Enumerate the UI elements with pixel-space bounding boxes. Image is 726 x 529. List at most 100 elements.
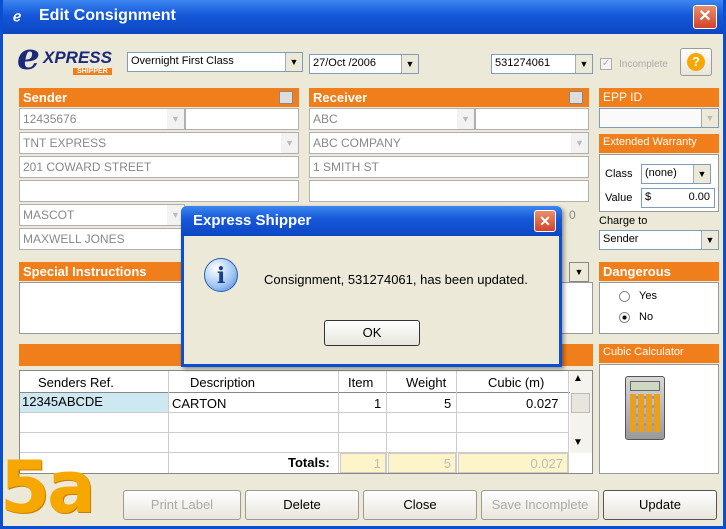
chevron-down-icon[interactable]: ▼ xyxy=(693,165,710,183)
scroll-thumb[interactable] xyxy=(571,393,590,413)
chevron-down-icon[interactable]: ▼ xyxy=(457,109,474,129)
incomplete-checkbox[interactable]: ✓ xyxy=(600,58,612,70)
dangerous-no-radio[interactable] xyxy=(619,312,630,323)
help-icon: ? xyxy=(687,53,705,71)
sender-company-field[interactable]: TNT EXPRESS ▼ xyxy=(19,132,299,154)
delete-button[interactable]: Delete xyxy=(245,490,359,520)
express-shipper-logo: e XPRESS SHIPPER xyxy=(17,36,121,78)
dialog-title: Express Shipper xyxy=(193,212,312,229)
epp-id-header: EPP ID xyxy=(599,88,719,107)
step-label: 5a xyxy=(0,445,96,529)
scroll-up-icon[interactable]: ▲ xyxy=(573,373,583,384)
save-incomplete-button[interactable]: Save Incomplete xyxy=(481,490,599,520)
sender-account-extra[interactable] xyxy=(185,108,299,130)
receiver-account-value: ABC xyxy=(313,112,338,126)
chevron-down-icon[interactable]: ▼ xyxy=(571,133,588,153)
window-titlebar[interactable]: ℯ Edit Consignment ✕ xyxy=(3,0,723,34)
service-value: Overnight First Class xyxy=(131,55,234,67)
table-scrollbar[interactable]: ▲ ▼ xyxy=(570,371,592,453)
receiver-address2-field[interactable] xyxy=(309,180,589,202)
dangerous-yes-label: Yes xyxy=(639,290,657,302)
cell-item[interactable]: 1 xyxy=(374,396,381,411)
sender-header-label: Sender xyxy=(23,90,68,105)
cell-cubic[interactable]: 0.027 xyxy=(526,396,559,411)
sender-account-field[interactable]: 12435676 ▼ xyxy=(19,108,185,130)
column-header-description[interactable]: Description xyxy=(190,375,255,390)
chevron-down-icon[interactable]: ▼ xyxy=(701,231,718,249)
sender-header: Sender xyxy=(19,88,299,107)
totals-label: Totals: xyxy=(288,455,330,470)
sender-suburb-field[interactable]: MASCOT ▼ xyxy=(19,204,185,226)
receiver-address1-field[interactable]: 1 SMITH ST xyxy=(309,156,589,178)
consignment-number-select[interactable]: 531274061 ▼ xyxy=(491,54,593,74)
sender-contact-field[interactable]: MAXWELL JONES xyxy=(19,228,185,250)
sender-address1-field[interactable]: 201 COWARD STREET xyxy=(19,156,299,178)
service-select[interactable]: Overnight First Class ▼ xyxy=(127,52,303,72)
chevron-down-icon[interactable]: ▼ xyxy=(167,109,184,129)
cubic-calculator-header: Cubic Calculator xyxy=(599,344,719,363)
receiver-postcode-fragment: 0 xyxy=(569,208,576,222)
epp-id-select[interactable]: ▼ xyxy=(599,108,719,128)
logo-e-icon: e xyxy=(17,36,40,78)
chevron-down-icon[interactable]: ▼ xyxy=(701,109,718,127)
totals-cubic: 0.027 xyxy=(458,453,568,473)
cell-weight[interactable]: 5 xyxy=(444,396,451,411)
address-book-icon[interactable] xyxy=(569,91,583,104)
dialog-ok-button[interactable]: OK xyxy=(324,320,420,346)
cell-description[interactable]: CARTON xyxy=(172,396,226,411)
charge-to-label: Charge to xyxy=(599,215,648,227)
chevron-down-icon[interactable]: ▼ xyxy=(575,55,592,73)
print-label-button[interactable]: Print Label xyxy=(123,490,241,520)
sender-company-value: TNT EXPRESS xyxy=(23,136,107,150)
receiver-account-extra[interactable] xyxy=(475,108,589,130)
epp-id-label: EPP ID xyxy=(603,90,643,104)
sender-account-value: 12435676 xyxy=(23,112,77,126)
sender-address1-value: 201 COWARD STREET xyxy=(23,160,152,174)
logo-text: XPRESS xyxy=(43,48,112,67)
charge-to-select[interactable]: Sender ▼ xyxy=(599,230,719,250)
items-table[interactable]: Senders Ref. Description Item Weight Cub… xyxy=(19,370,593,474)
help-button[interactable]: ? xyxy=(680,48,712,76)
express-shipper-dialog: Express Shipper ✕ i Consignment, 5312740… xyxy=(181,206,562,367)
column-header-item[interactable]: Item xyxy=(348,375,373,390)
logo-subtext: SHIPPER xyxy=(73,68,112,75)
column-header-weight[interactable]: Weight xyxy=(406,375,446,390)
dialog-titlebar[interactable]: Express Shipper ✕ xyxy=(181,206,562,236)
warranty-value-input[interactable]: $ 0.00 xyxy=(641,188,715,208)
extended-warranty-header: Extended Warranty xyxy=(599,134,719,153)
dangerous-label: Dangerous xyxy=(603,264,671,279)
table-row-empty[interactable] xyxy=(20,433,568,453)
class-label: Class xyxy=(605,168,633,180)
column-header-senders-ref[interactable]: Senders Ref. xyxy=(38,375,114,390)
column-divider xyxy=(568,371,569,473)
class-select[interactable]: (none) ▼ xyxy=(641,164,711,184)
update-button[interactable]: Update xyxy=(603,490,717,520)
extended-warranty-label: Extended Warranty xyxy=(603,136,697,148)
dangerous-header: Dangerous xyxy=(599,262,719,281)
chevron-down-icon[interactable]: ▼ xyxy=(401,55,418,73)
sender-suburb-value: MASCOT xyxy=(23,208,75,222)
dialog-close-button[interactable]: ✕ xyxy=(534,210,556,232)
chevron-down-icon[interactable]: ▼ xyxy=(285,53,302,71)
close-window-button[interactable]: ✕ xyxy=(693,5,717,29)
column-header-cubic[interactable]: Cubic (m) xyxy=(488,375,544,390)
cubic-calculator-label: Cubic Calculator xyxy=(603,346,684,358)
scroll-down-icon[interactable]: ▼ xyxy=(573,437,583,448)
dialog-message: Consignment, 531274061, has been updated… xyxy=(264,272,528,287)
address-book-icon[interactable] xyxy=(279,91,293,104)
cell-senders-ref[interactable]: 12345ABCDE xyxy=(20,393,168,412)
calculator-icon[interactable] xyxy=(625,376,665,440)
close-button[interactable]: Close xyxy=(363,490,477,520)
date-picker[interactable]: 27/Oct /2006 ▼ xyxy=(309,54,419,74)
chevron-down-icon[interactable]: ▼ xyxy=(281,133,298,153)
table-row[interactable]: 12345ABCDE CARTON 1 5 0.027 xyxy=(20,393,568,413)
receiver-header-label: Receiver xyxy=(313,90,368,105)
receiver-header: Receiver xyxy=(309,88,589,107)
receiver-company-field[interactable]: ABC COMPANY ▼ xyxy=(309,132,589,154)
special-instructions-dropdown[interactable]: ▼ xyxy=(569,262,589,282)
sender-address2-field[interactable] xyxy=(19,180,299,202)
table-row-empty[interactable] xyxy=(20,413,568,433)
receiver-account-field[interactable]: ABC ▼ xyxy=(309,108,475,130)
dangerous-no-label: No xyxy=(639,311,654,323)
dangerous-yes-radio[interactable] xyxy=(619,291,630,302)
